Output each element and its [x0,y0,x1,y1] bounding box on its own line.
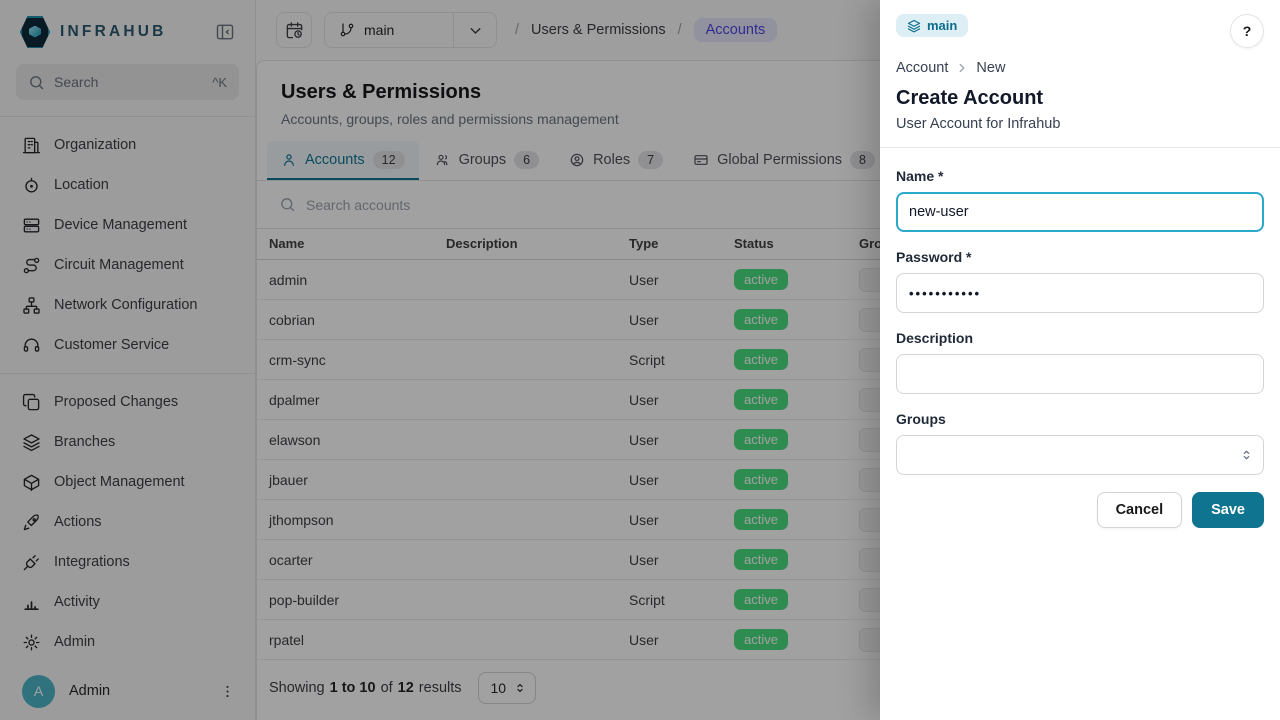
groups-label: Groups [896,411,1264,427]
groups-field-group: Groups [896,411,1264,475]
description-field-group: Description [896,330,1264,394]
cancel-button[interactable]: Cancel [1097,492,1183,528]
password-input[interactable] [896,273,1264,313]
drawer-header: main ? Account New Create Account User A… [880,0,1280,148]
save-button[interactable]: Save [1192,492,1264,528]
drawer-subtitle: User Account for Infrahub [896,116,1264,132]
name-label: Name * [896,168,1264,184]
groups-select[interactable] [896,435,1264,475]
description-input[interactable] [896,354,1264,394]
layers-icon [907,19,921,33]
chevrons-up-down-icon [1239,448,1254,463]
form-actions: Cancel Save [896,492,1264,528]
drawer-breadcrumb: Account New [896,60,1264,76]
branch-badge: main [896,14,968,37]
branch-badge-label: main [927,18,957,33]
drawer-breadcrumb-current: New [976,60,1005,76]
create-account-drawer: main ? Account New Create Account User A… [880,0,1280,720]
help-button[interactable]: ? [1230,14,1264,48]
drawer-breadcrumb-parent: Account [896,60,948,76]
password-label: Password * [896,249,1264,265]
description-label: Description [896,330,1264,346]
chevron-right-icon [955,61,969,75]
drawer-title: Create Account [896,87,1264,110]
name-field-group: Name * [896,168,1264,232]
name-input[interactable] [896,192,1264,232]
create-account-form: Name * Password * Description Groups Can… [880,148,1280,548]
password-field-group: Password * [896,249,1264,313]
app-root: INFRAHUB ^K Organization Location Device… [0,0,1280,720]
